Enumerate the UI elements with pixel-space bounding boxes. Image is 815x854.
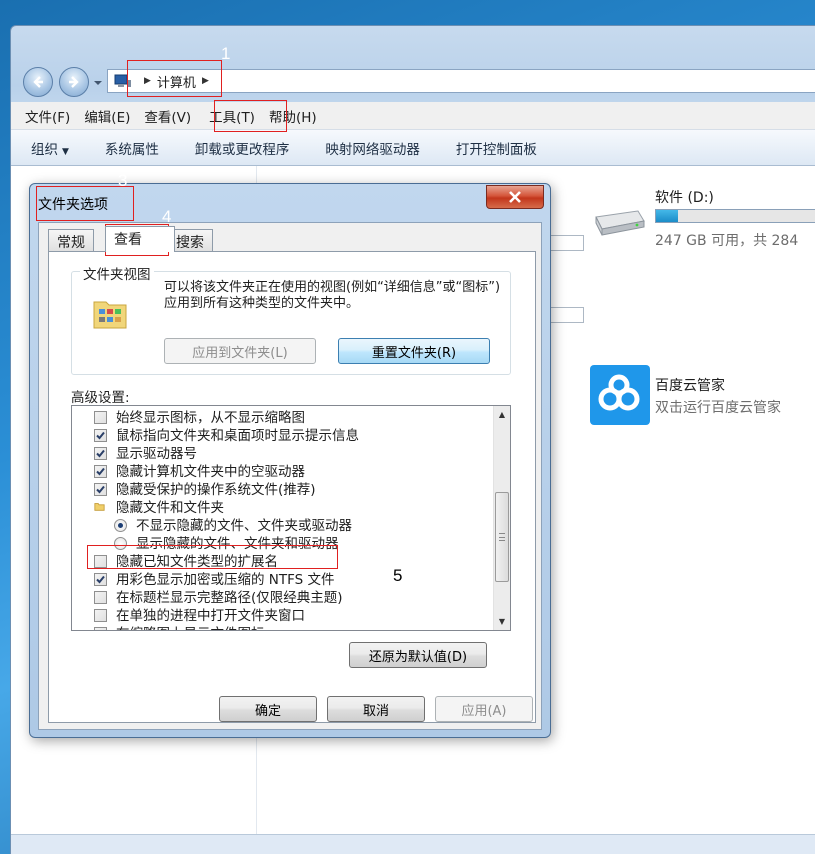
map-network-drive-button[interactable]: 映射网络驱动器 — [325, 138, 420, 158]
drive-name: 软件 (D:) — [655, 190, 714, 206]
radio-button[interactable] — [114, 519, 127, 532]
scroll-down-icon[interactable]: ▼ — [494, 613, 510, 630]
baidu-cloud-name: 百度云管家 — [655, 378, 725, 394]
scroll-up-icon[interactable]: ▲ — [494, 406, 510, 423]
drive-d-item[interactable]: 软件 (D:) 247 GB 可用，共 284 — [590, 187, 815, 249]
checkbox[interactable] — [94, 483, 107, 496]
advanced-setting-label: 鼠标指向文件夹和桌面项时显示提示信息 — [116, 428, 359, 444]
checkbox[interactable] — [94, 429, 107, 442]
annotation-box-address — [127, 60, 222, 97]
menu-view[interactable]: 查看(V) — [138, 106, 197, 126]
drive-capacity-bar — [548, 307, 584, 323]
annotation-number-5: 5 — [393, 566, 403, 585]
checkbox[interactable] — [94, 573, 107, 586]
checkmark-icon — [96, 485, 105, 494]
advanced-setting-label: 隐藏文件和文件夹 — [116, 500, 224, 516]
uninstall-program-button[interactable]: 卸载或更改程序 — [195, 138, 290, 158]
advanced-setting-label: 在缩略图上显示文件图标 — [116, 625, 265, 630]
baidu-cloud-description: 双击运行百度云管家 — [655, 400, 781, 416]
tab-general[interactable]: 常规 — [48, 229, 94, 251]
organize-label: 组织 — [31, 141, 58, 158]
recent-pages-dropdown-icon[interactable] — [93, 78, 103, 88]
forward-arrow-icon — [69, 76, 79, 88]
baidu-cloud-item[interactable]: 百度云管家 双击运行百度云管家 — [590, 365, 815, 427]
view-tab-panel: 文件夹视图 可以将该文件夹正在使用的视图(例如“详细信息”或“图标”)应用到所有… — [48, 251, 536, 723]
back-arrow-icon — [33, 76, 43, 88]
menu-bar: 文件(F) 编辑(E) 查看(V) 工具(T) 帮助(H) — [11, 102, 815, 130]
checkbox[interactable] — [94, 627, 107, 630]
command-bar: 组织 ▼ 系统属性 卸载或更改程序 映射网络驱动器 打开控制面板 — [11, 130, 815, 166]
forward-button[interactable] — [59, 67, 89, 97]
grip-icon — [499, 533, 505, 541]
menu-edit[interactable]: 编辑(E) — [78, 106, 136, 126]
advanced-setting-label: 隐藏受保护的操作系统文件(推荐) — [116, 482, 316, 498]
back-button[interactable] — [23, 67, 53, 97]
folder-options-dialog: 文件夹选项 常规 查看 搜索 文件夹视图 可以将该文件夹正在使用的视图(例如“详… — [29, 183, 551, 738]
reset-folders-button[interactable]: 重置文件夹(R) — [338, 338, 490, 364]
advanced-setting-label: 隐藏计算机文件夹中的空驱动器 — [116, 464, 305, 480]
ok-button[interactable]: 确定 — [219, 696, 317, 722]
folder-icon — [94, 501, 107, 514]
checkmark-icon — [96, 575, 105, 584]
annotation-box-dialog-title — [36, 186, 134, 221]
folder-view-icon — [93, 301, 127, 329]
open-control-panel-button[interactable]: 打开控制面板 — [456, 138, 537, 158]
advanced-setting-label: 在标题栏显示完整路径(仅限经典主题) — [116, 590, 343, 606]
close-icon — [509, 191, 521, 203]
system-properties-button[interactable]: 系统属性 — [105, 138, 159, 158]
advanced-settings-label: 高级设置: — [71, 390, 130, 406]
annotation-number-3: 3 — [118, 171, 128, 190]
drive-usage-bar — [655, 209, 815, 223]
checkmark-icon — [96, 467, 105, 476]
checkmark-icon — [96, 449, 105, 458]
annotation-box-hide-extensions — [87, 545, 338, 569]
tab-view[interactable]: 查看 — [105, 226, 175, 252]
checkbox[interactable] — [94, 465, 107, 478]
dialog-body: 常规 查看 搜索 文件夹视图 可以将该文件夹正在使用的视图(例如“详细信息”或“… — [38, 222, 542, 730]
folder-views-title: 文件夹视图 — [80, 263, 154, 283]
drive-free-space: 247 GB 可用，共 284 — [655, 233, 799, 249]
advanced-setting-label: 用彩色显示加密或压缩的 NTFS 文件 — [116, 572, 335, 588]
drive-capacity-bar — [548, 235, 584, 251]
folder-views-description: 可以将该文件夹正在使用的视图(例如“详细信息”或“图标”)应用到所有这种类型的文… — [164, 280, 501, 311]
scroll-thumb[interactable] — [495, 492, 509, 582]
advanced-setting-label: 在单独的进程中打开文件夹窗口 — [116, 608, 305, 624]
advanced-setting-label: 始终显示图标，从不显示缩略图 — [116, 410, 305, 426]
vertical-scrollbar[interactable]: ▲ ▼ — [493, 406, 510, 630]
annotation-number-1: 1 — [221, 44, 231, 63]
checkmark-icon — [96, 431, 105, 440]
advanced-setting-label: 不显示隐藏的文件、文件夹或驱动器 — [136, 518, 352, 534]
apply-to-folders-button[interactable]: 应用到文件夹(L) — [164, 338, 316, 364]
annotation-box-tools-menu — [214, 100, 287, 132]
organize-button[interactable]: 组织 ▼ — [31, 138, 69, 158]
checkbox[interactable] — [94, 411, 107, 424]
annotation-number-4: 4 — [162, 207, 172, 226]
baidu-cloud-icon — [590, 365, 650, 425]
hard-drive-icon — [595, 210, 645, 236]
radio-dot — [118, 523, 123, 528]
restore-defaults-button[interactable]: 还原为默认值(D) — [349, 642, 487, 668]
folder-views-group: 文件夹视图 可以将该文件夹正在使用的视图(例如“详细信息”或“图标”)应用到所有… — [71, 263, 511, 375]
cancel-button[interactable]: 取消 — [327, 696, 425, 722]
advanced-settings-list[interactable]: ▲ ▼ 始终显示图标，从不显示缩略图鼠标指向文件夹和桌面项时显示提示信息 显示驱动… — [71, 405, 511, 631]
drive-usage-fill — [656, 210, 678, 222]
chevron-down-icon: ▼ — [62, 146, 69, 157]
checkbox[interactable] — [94, 591, 107, 604]
apply-button[interactable]: 应用(A) — [435, 696, 533, 722]
close-button[interactable] — [486, 185, 544, 209]
checkbox[interactable] — [94, 447, 107, 460]
status-bar — [11, 834, 815, 854]
menu-file[interactable]: 文件(F) — [19, 106, 76, 126]
checkbox[interactable] — [94, 609, 107, 622]
advanced-setting-label: 显示驱动器号 — [116, 446, 197, 462]
